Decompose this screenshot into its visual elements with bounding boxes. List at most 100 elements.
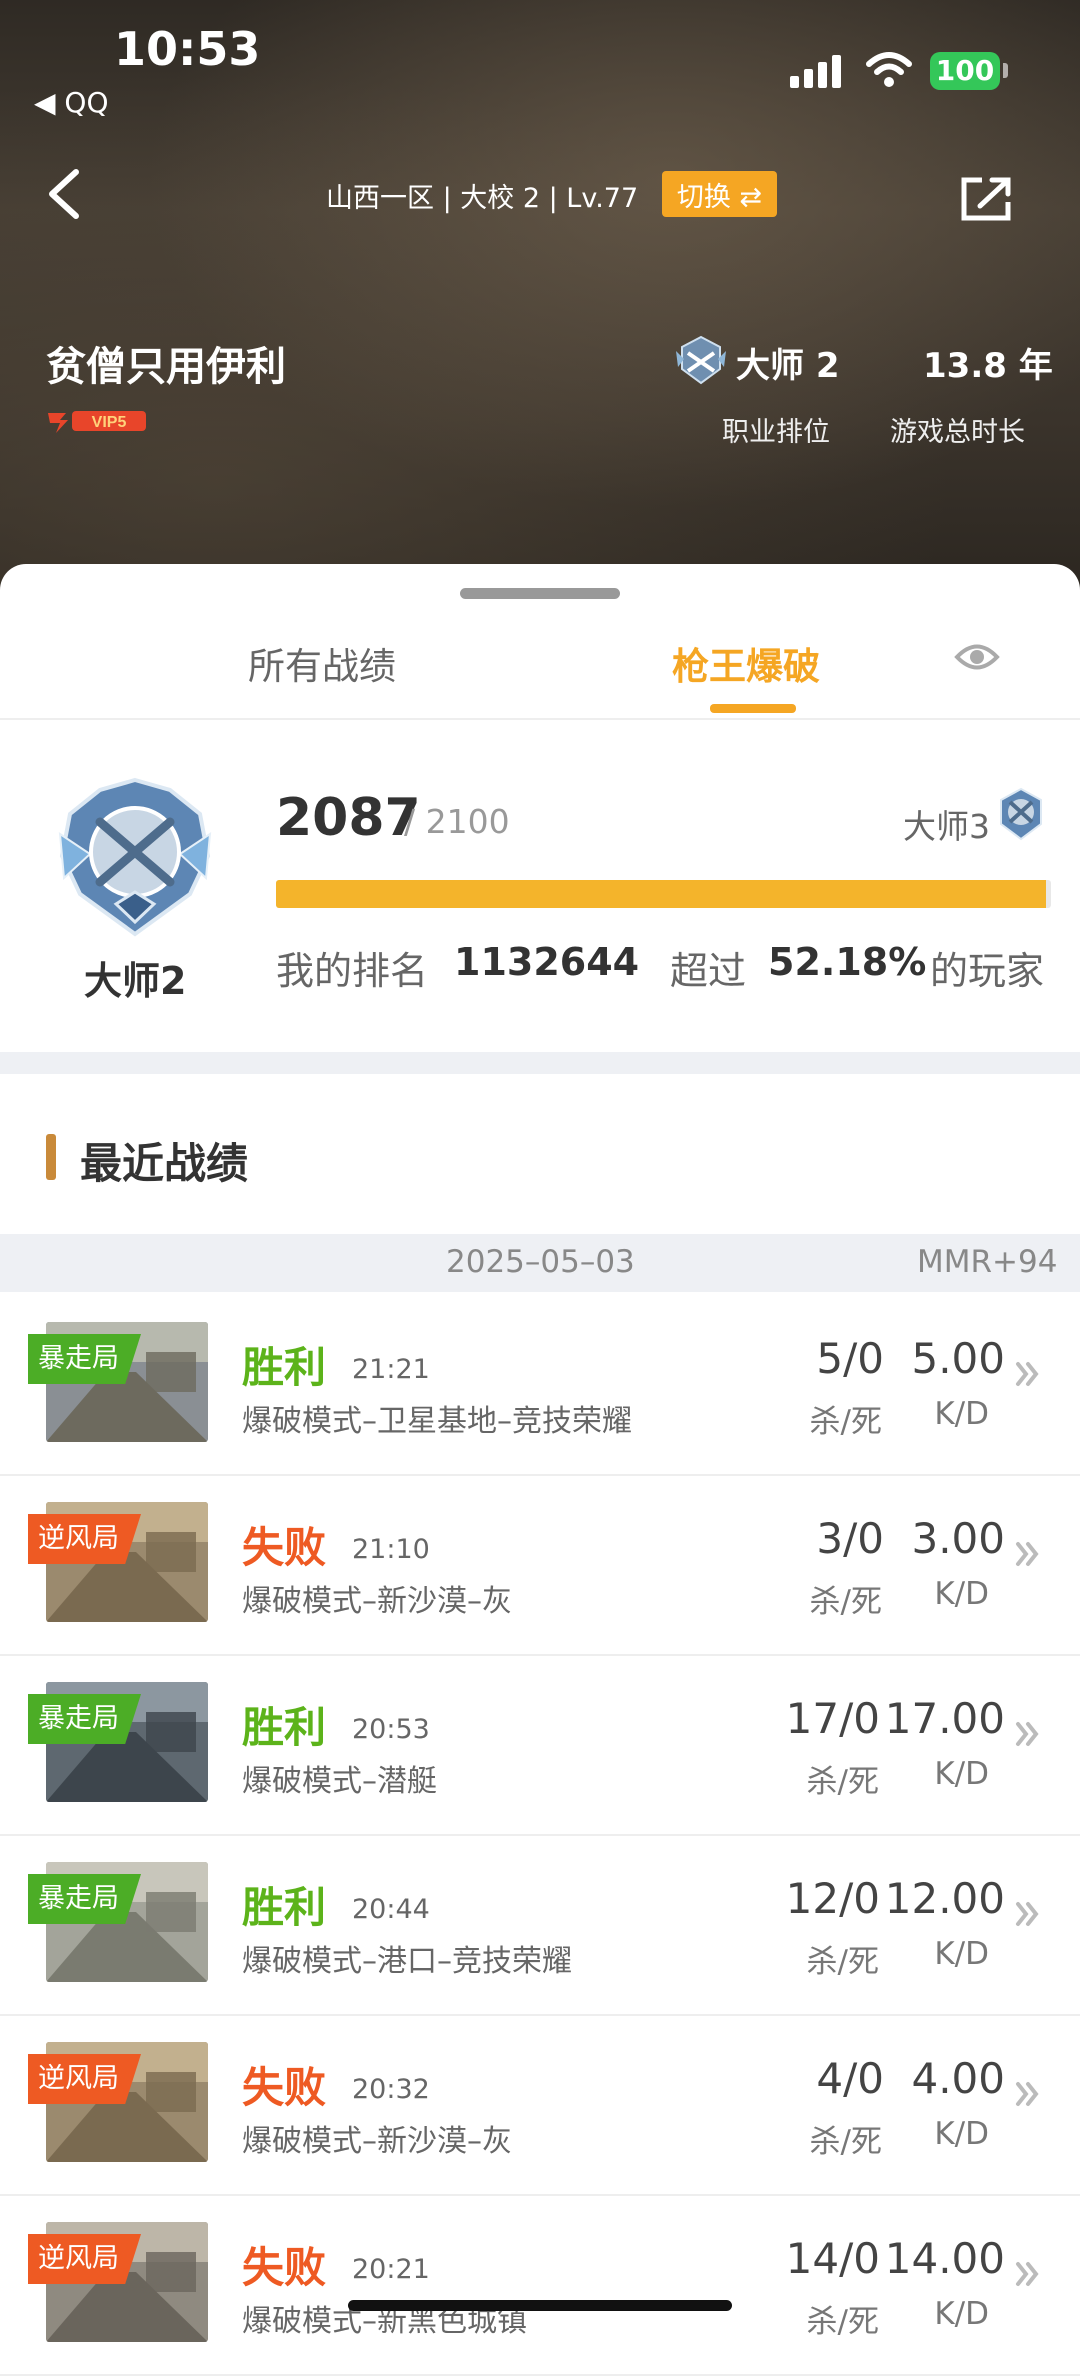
home-indicator[interactable] bbox=[348, 2300, 732, 2311]
match-tag: 暴走局 bbox=[28, 1334, 141, 1384]
kd-ratio: 5.00 bbox=[911, 1334, 1005, 1383]
my-rank-value: 1132644 bbox=[454, 940, 640, 984]
kills-deaths: 14/0 bbox=[785, 2234, 880, 2283]
play-time-caption: 游戏总时长 bbox=[890, 417, 1025, 448]
next-rank-label: 大师3 bbox=[903, 807, 990, 846]
match-row[interactable]: 暴走局 胜利 20:44 爆破模式–港口–竞技荣耀 12/0 12.00 杀/死… bbox=[0, 1834, 1080, 2016]
match-tag: 暴走局 bbox=[28, 1694, 141, 1744]
rank-value: 大师 2 bbox=[736, 346, 840, 386]
score-total: / 2100 bbox=[404, 802, 510, 841]
kills-deaths: 17/0 bbox=[785, 1694, 880, 1743]
back-arrow-icon[interactable] bbox=[40, 164, 90, 224]
kd-ratio: 14.00 bbox=[884, 2234, 1005, 2283]
players-label: 的玩家 bbox=[930, 949, 1045, 993]
signal-icon bbox=[790, 54, 844, 88]
rank-emblem-icon bbox=[58, 777, 212, 937]
kd-caption: K/D bbox=[934, 2296, 989, 2332]
play-time-value: 13.8 年 bbox=[923, 346, 1053, 386]
match-result: 胜利 bbox=[242, 1343, 327, 1392]
match-row[interactable]: 暴走局 胜利 21:21 爆破模式–卫星基地–竞技荣耀 5/0 5.00 杀/死… bbox=[0, 1294, 1080, 1476]
rank-emblem-icon bbox=[676, 335, 726, 385]
match-date: 2025–05–03 bbox=[446, 1244, 635, 1280]
tab-gun-king-defuse[interactable]: 枪王爆破 bbox=[672, 636, 820, 690]
kills-deaths: 5/0 bbox=[816, 1334, 884, 1383]
match-mode: 爆破模式–新沙漠–灰 bbox=[242, 1584, 512, 1619]
kills-deaths-caption: 杀/死 bbox=[809, 1404, 882, 1440]
battery-cap bbox=[1003, 63, 1008, 78]
match-result: 失败 bbox=[242, 2243, 327, 2292]
section-gap bbox=[0, 1052, 1080, 1074]
sheet-grabber[interactable] bbox=[460, 588, 620, 599]
match-result: 胜利 bbox=[242, 1883, 327, 1932]
chevron-right-icon bbox=[1016, 1902, 1039, 1926]
match-row[interactable]: 逆风局 失败 20:32 爆破模式–新沙漠–灰 4/0 4.00 杀/死 K/D bbox=[0, 2014, 1080, 2196]
rank-emblem-label: 大师2 bbox=[84, 959, 187, 1003]
kills-deaths-caption: 杀/死 bbox=[809, 1584, 882, 1620]
back-to-qq-link[interactable]: ◀ QQ bbox=[34, 86, 109, 119]
switch-button[interactable]: 切换 ⇄ bbox=[662, 171, 777, 217]
rank-caption: 职业排位 bbox=[722, 417, 830, 448]
wifi-icon bbox=[866, 52, 912, 87]
kills-deaths-caption: 杀/死 bbox=[806, 2304, 879, 2340]
kills-deaths: 3/0 bbox=[816, 1514, 884, 1563]
eye-icon[interactable] bbox=[954, 638, 1000, 676]
chevron-right-icon bbox=[1016, 1362, 1039, 1386]
kd-caption: K/D bbox=[934, 1576, 989, 1612]
profile-header: 10:53 ◀ QQ 100 山西一区 | 大校 2 | Lv.77 切换 ⇄ … bbox=[0, 0, 1080, 600]
share-icon[interactable] bbox=[960, 176, 1014, 222]
match-row[interactable]: 逆风局 失败 20:21 爆破模式–新黑色城镇 14/0 14.00 杀/死 K… bbox=[0, 2194, 1080, 2376]
match-tag: 逆风局 bbox=[28, 2234, 141, 2284]
stats-sheet: 所有战绩 枪王爆破 大师2 2087 / 2100 大师3 我的排名 11326… bbox=[0, 564, 1080, 2376]
match-row[interactable]: 逆风局 失败 21:10 爆破模式–新沙漠–灰 3/0 3.00 杀/死 K/D bbox=[0, 1474, 1080, 1656]
match-mode: 爆破模式–潜艇 bbox=[242, 1764, 437, 1799]
match-result: 失败 bbox=[242, 2063, 327, 2112]
chevron-right-icon bbox=[1016, 1542, 1039, 1566]
match-time: 20:21 bbox=[352, 2254, 430, 2285]
kills-deaths: 12/0 bbox=[785, 1874, 880, 1923]
match-time: 21:21 bbox=[352, 1354, 430, 1385]
match-time: 20:32 bbox=[352, 2074, 430, 2105]
vip-label: VIP5 bbox=[92, 414, 127, 431]
match-result: 胜利 bbox=[242, 1703, 327, 1752]
rank-progress-bar bbox=[276, 880, 1051, 908]
match-time: 21:10 bbox=[352, 1534, 430, 1565]
server-info: 山西一区 | 大校 2 | Lv.77 bbox=[326, 183, 639, 214]
section-accent-bar bbox=[46, 1134, 56, 1180]
kills-deaths-caption: 杀/死 bbox=[806, 1764, 879, 1800]
tabs-divider bbox=[0, 718, 1080, 720]
match-mode: 爆破模式–卫星基地–竞技荣耀 bbox=[242, 1404, 632, 1439]
active-tab-indicator bbox=[710, 704, 796, 713]
match-tag: 逆风局 bbox=[28, 2054, 141, 2104]
kd-caption: K/D bbox=[934, 1756, 989, 1792]
kd-caption: K/D bbox=[934, 2116, 989, 2152]
match-mode: 爆破模式–新沙漠–灰 bbox=[242, 2124, 512, 2159]
match-result: 失败 bbox=[242, 1523, 327, 1572]
match-tag: 逆风局 bbox=[28, 1514, 141, 1564]
vip-badge: VIP5 bbox=[48, 411, 146, 433]
kd-ratio: 4.00 bbox=[911, 2054, 1005, 2103]
match-mode: 爆破模式–港口–竞技荣耀 bbox=[242, 1944, 572, 1979]
exceed-label: 超过 bbox=[670, 949, 747, 993]
chevron-right-icon bbox=[1016, 2262, 1039, 2286]
tab-all-records[interactable]: 所有战绩 bbox=[248, 636, 396, 690]
kills-deaths-caption: 杀/死 bbox=[809, 2124, 882, 2160]
chevron-right-icon bbox=[1016, 2082, 1039, 2106]
match-time: 20:53 bbox=[352, 1714, 430, 1745]
next-rank-emblem-icon bbox=[1000, 787, 1042, 841]
match-tag: 暴走局 bbox=[28, 1874, 141, 1924]
my-rank-label: 我的排名 bbox=[276, 949, 429, 993]
battery-icon: 100 bbox=[930, 52, 1000, 90]
kd-ratio: 17.00 bbox=[884, 1694, 1005, 1743]
rank-progress-fill bbox=[276, 880, 1047, 908]
player-name: 贫僧只用伊利 bbox=[46, 344, 286, 390]
exceed-value: 52.18% bbox=[768, 940, 927, 984]
kd-caption: K/D bbox=[934, 1936, 989, 1972]
kills-deaths: 4/0 bbox=[816, 2054, 884, 2103]
mmr-change: MMR+94 bbox=[917, 1244, 1058, 1280]
kd-ratio: 3.00 bbox=[911, 1514, 1005, 1563]
match-time: 20:44 bbox=[352, 1894, 430, 1925]
kills-deaths-caption: 杀/死 bbox=[806, 1944, 879, 1980]
status-time: 10:53 bbox=[114, 22, 261, 76]
match-row[interactable]: 暴走局 胜利 20:53 爆破模式–潜艇 17/0 17.00 杀/死 K/D bbox=[0, 1654, 1080, 1836]
recent-records-title: 最近战绩 bbox=[80, 1139, 249, 1188]
